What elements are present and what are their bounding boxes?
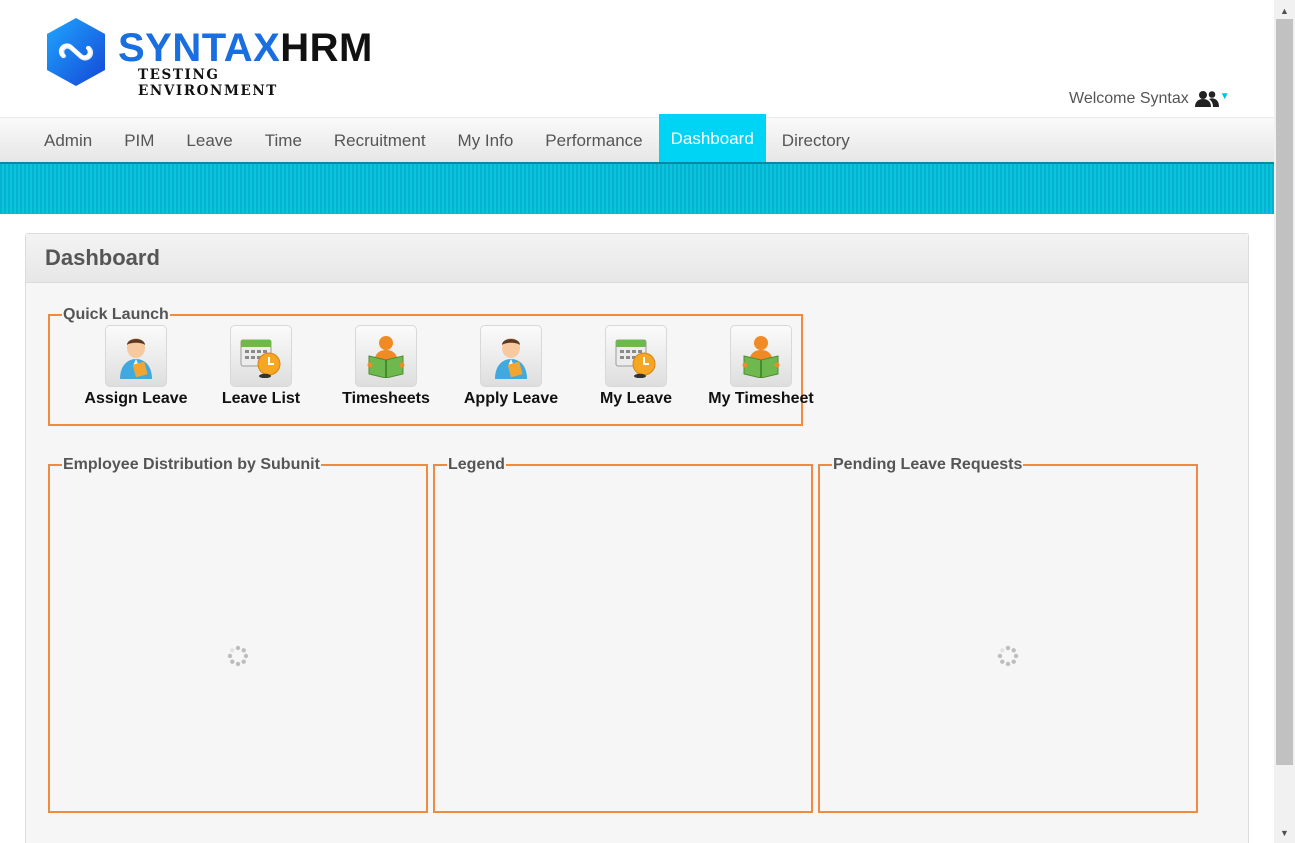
calendar-clock-icon xyxy=(605,325,667,387)
quick-launch-my-leave[interactable]: My Leave xyxy=(576,325,696,408)
legend-widget: Legend xyxy=(433,457,813,813)
nav-item-admin[interactable]: Admin xyxy=(28,118,108,163)
users-icon xyxy=(1194,91,1219,107)
scroll-up-arrow-icon[interactable]: ▲ xyxy=(1274,2,1295,19)
quick-launch-label: Assign Leave xyxy=(84,390,188,407)
caret-down-icon: ▼ xyxy=(1219,90,1230,102)
logo-subtitle: TESTING ENVIRONMENT xyxy=(138,67,278,99)
person-book-icon xyxy=(730,325,792,387)
nav-item-time[interactable]: Time xyxy=(249,118,318,163)
welcome-text: Welcome Syntax xyxy=(1069,90,1189,107)
quick-launch-label: My Leave xyxy=(599,390,673,407)
quick-launch-legend: Quick Launch xyxy=(63,306,169,323)
logo-brand-part2: HRM xyxy=(280,26,373,70)
calendar-clock-icon xyxy=(230,325,292,387)
pending-leave-requests-legend: Pending Leave Requests xyxy=(833,456,1023,473)
logo-brand-part1: SYNTAX xyxy=(118,26,281,70)
person-document-icon xyxy=(480,325,542,387)
panel-header: Dashboard xyxy=(26,234,1248,283)
quick-launch-my-timesheet[interactable]: My Timesheet xyxy=(701,325,821,408)
nav-item-leave[interactable]: Leave xyxy=(170,118,248,163)
welcome-menu[interactable]: Welcome Syntax ▼ xyxy=(1069,89,1230,109)
loading-spinner-icon xyxy=(227,645,249,667)
quick-launch-apply-leave[interactable]: Apply Leave xyxy=(451,325,571,408)
quick-launch-label: Timesheets xyxy=(342,390,430,407)
quick-launch-label: Apply Leave xyxy=(463,390,559,407)
quick-launch-leave-list[interactable]: Leave List xyxy=(201,325,321,408)
nav-item-recruitment[interactable]: Recruitment xyxy=(318,118,442,163)
quick-launch-label: Leave List xyxy=(221,390,301,407)
nav-item-my-info[interactable]: My Info xyxy=(442,118,530,163)
legend-widget-legend: Legend xyxy=(448,456,505,473)
dashboard-panel: Dashboard Quick Launch Assign Leave Leav… xyxy=(25,233,1249,843)
pending-leave-requests-widget: Pending Leave Requests xyxy=(818,457,1198,813)
employee-distribution-widget: Employee Distribution by Subunit xyxy=(48,457,428,813)
syntaxhrm-logo[interactable]: SYNTAXHRM TESTING ENVIRONMENT xyxy=(44,16,372,99)
logo-hex-icon xyxy=(47,18,105,86)
quick-launch-timesheets[interactable]: Timesheets xyxy=(326,325,446,408)
header: SYNTAXHRM TESTING ENVIRONMENT Welcome Sy… xyxy=(0,0,1274,117)
nav-item-pim[interactable]: PIM xyxy=(108,118,170,163)
nav-item-dashboard[interactable]: Dashboard xyxy=(658,114,766,163)
person-book-icon xyxy=(355,325,417,387)
scroll-down-arrow-icon[interactable]: ▼ xyxy=(1274,824,1295,841)
loading-spinner-icon xyxy=(997,645,1019,667)
logo-wordmark: SYNTAXHRM xyxy=(118,28,373,68)
vertical-scrollbar[interactable]: ▲ ▼ xyxy=(1274,0,1295,843)
employee-distribution-legend: Employee Distribution by Subunit xyxy=(63,456,320,473)
main-nav: Admin PIM Leave Time Recruitment My Info… xyxy=(0,114,1274,163)
quick-launch-assign-leave[interactable]: Assign Leave xyxy=(76,325,196,408)
header-banner xyxy=(0,162,1274,214)
quick-launch: Quick Launch Assign Leave Leave List Tim… xyxy=(48,306,814,426)
page-title: Dashboard xyxy=(45,245,160,270)
nav-item-directory[interactable]: Directory xyxy=(766,118,866,163)
nav-item-performance[interactable]: Performance xyxy=(529,118,658,163)
quick-launch-label: My Timesheet xyxy=(708,390,814,407)
scrollbar-thumb[interactable] xyxy=(1276,19,1293,765)
person-document-icon xyxy=(105,325,167,387)
